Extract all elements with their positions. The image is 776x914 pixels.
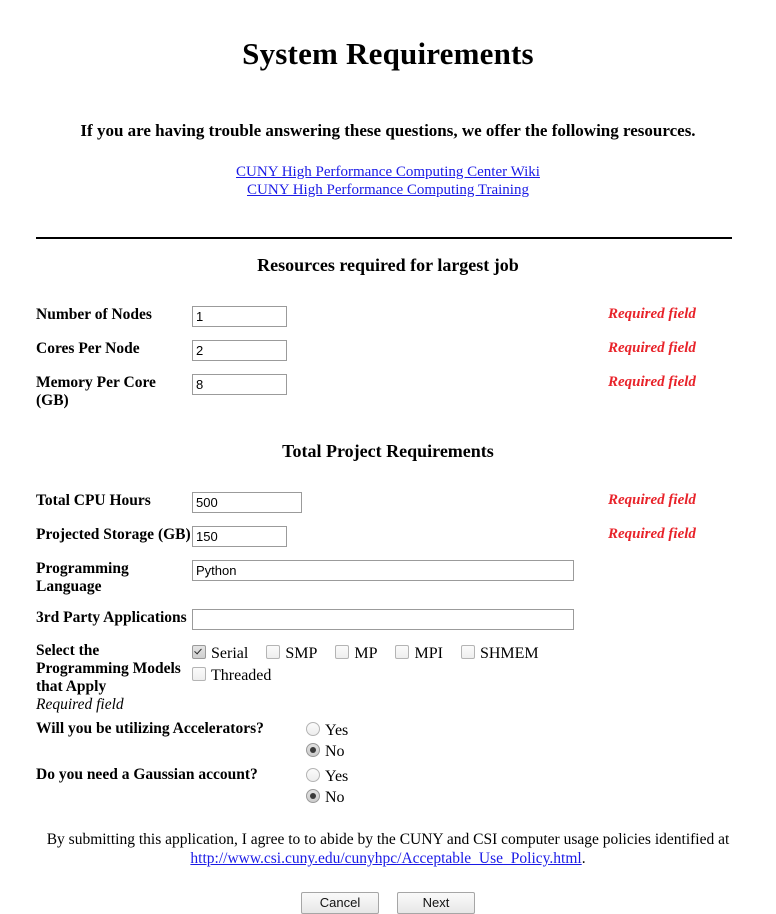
checkbox-smp[interactable]: SMP [266,643,317,664]
page-title: System Requirements [242,36,534,71]
required-note-number-of-nodes: Required field [608,306,696,322]
radio-selected-icon [306,743,320,757]
checkbox-unchecked-icon [192,666,206,681]
checkbox-label-mpi: MPI [414,644,443,662]
section-divider [36,237,732,239]
label-cores-per-node: Cores Per Node [36,340,140,357]
form-buttons: Cancel Next [0,892,776,914]
checkbox-label-serial: Serial [211,644,249,662]
table-row: Programming Language [0,560,776,596]
checkbox-label-shmem: SHMEM [479,644,539,662]
radio-accelerators-no[interactable]: No [306,741,776,762]
section-heading-largest-job: Resources required for largest job [257,255,519,275]
radio-label-accelerators-yes: Yes [325,722,349,739]
field-programming-language [192,560,608,581]
required-note-memory-per-core: Required field [608,374,696,390]
radio-unselected-icon [306,768,320,782]
field-cores-per-node [192,340,608,361]
checkbox-threaded[interactable]: Threaded [192,665,271,686]
field-projected-storage [192,526,608,547]
label-programming-language: Programming Language [36,560,129,595]
field-total-cpu-hours [192,492,608,513]
table-row: Memory Per Core (GB) Required field [0,374,776,410]
required-note-projected-storage: Required field [608,526,696,542]
table-row: 3rd Party Applications [0,609,776,630]
checkbox-mp[interactable]: MP [335,643,377,664]
resource-links: CUNY High Performance Computing Center W… [0,141,776,199]
checkbox-checked-icon [192,644,206,659]
checkbox-unchecked-icon [335,644,350,659]
table-row: Will you be utilizing Accelerators? Yes … [0,720,776,762]
radio-unselected-icon [306,722,320,736]
label-accelerators: Will you be utilizing Accelerators? [36,720,264,737]
checkbox-label-smp: SMP [285,644,318,662]
link-hpc-center-wiki[interactable]: CUNY High Performance Computing Center W… [0,163,776,181]
checkbox-unchecked-icon [460,644,475,659]
section-heading-total-project: Total Project Requirements [282,441,494,461]
projected-storage-input[interactable] [192,526,287,547]
agreement-text-before: By submitting this application, I agree … [46,831,730,848]
label-third-party-apps: 3rd Party Applications [36,609,187,626]
radio-accelerators-yes[interactable]: Yes [306,720,776,741]
label-programming-models-note: Required field [36,696,124,713]
field-memory-per-core [192,374,608,395]
checkbox-serial[interactable]: Serial [192,643,248,664]
radio-label-accelerators-no: No [325,743,345,760]
label-number-of-nodes: Number of Nodes [36,306,152,323]
table-row: Cores Per Node Required field [0,340,776,361]
table-row: Select the Programming Models that Apply… [0,642,776,714]
agreement-text: By submitting this application, I agree … [0,830,776,868]
total-cpu-hours-input[interactable] [192,492,302,513]
radio-label-gaussian-no: No [325,789,345,806]
next-button[interactable]: Next [397,892,475,914]
system-requirements-page: System Requirements If you are having tr… [0,0,776,914]
table-row: Number of Nodes Required field [0,306,776,327]
number-of-nodes-input[interactable] [192,306,287,327]
radio-selected-icon [306,789,320,803]
label-gaussian-account: Do you need a Gaussian account? [36,766,258,783]
link-acceptable-use-policy[interactable]: http://www.csi.cuny.edu/cunyhpc/Acceptab… [190,850,581,867]
label-programming-models: Select the Programming Models that Apply… [0,642,192,714]
label-programming-models-text: Select the Programming Models that Apply [36,642,181,695]
gaussian-choices: Yes No [300,766,776,808]
label-memory-per-core: Memory Per Core (GB) [36,374,156,409]
cores-per-node-input[interactable] [192,340,287,361]
accelerators-choices: Yes No [300,720,776,762]
agreement-text-after: . [581,850,586,867]
field-third-party-apps [192,609,608,630]
label-projected-storage: Projected Storage (GB) [36,526,191,543]
checkbox-mpi[interactable]: MPI [395,643,443,664]
checkbox-label-threaded: Threaded [211,666,272,684]
link-hpc-training[interactable]: CUNY High Performance Computing Training [0,181,776,199]
radio-gaussian-yes[interactable]: Yes [306,766,776,787]
radio-gaussian-no[interactable]: No [306,787,776,808]
cancel-button[interactable]: Cancel [301,892,379,914]
radio-label-gaussian-yes: Yes [325,768,349,785]
programming-language-input[interactable] [192,560,574,581]
table-row: Do you need a Gaussian account? Yes No [0,766,776,808]
checkbox-unchecked-icon [395,644,410,659]
table-row: Projected Storage (GB) Required field [0,526,776,547]
required-note-total-cpu-hours: Required field [608,492,696,508]
programming-models-choices: Serial SMP MP MPI SHMEM Threaded [192,642,608,686]
memory-per-core-input[interactable] [192,374,287,395]
checkbox-shmem[interactable]: SHMEM [460,643,539,664]
required-note-cores-per-node: Required field [608,340,696,356]
table-row: Total CPU Hours Required field [0,492,776,513]
checkbox-label-mp: MP [354,644,378,662]
label-total-cpu-hours: Total CPU Hours [36,492,151,509]
checkbox-unchecked-icon [266,644,281,659]
resources-subtitle: If you are having trouble answering thes… [80,121,696,140]
field-number-of-nodes [192,306,608,327]
third-party-apps-input[interactable] [192,609,574,630]
